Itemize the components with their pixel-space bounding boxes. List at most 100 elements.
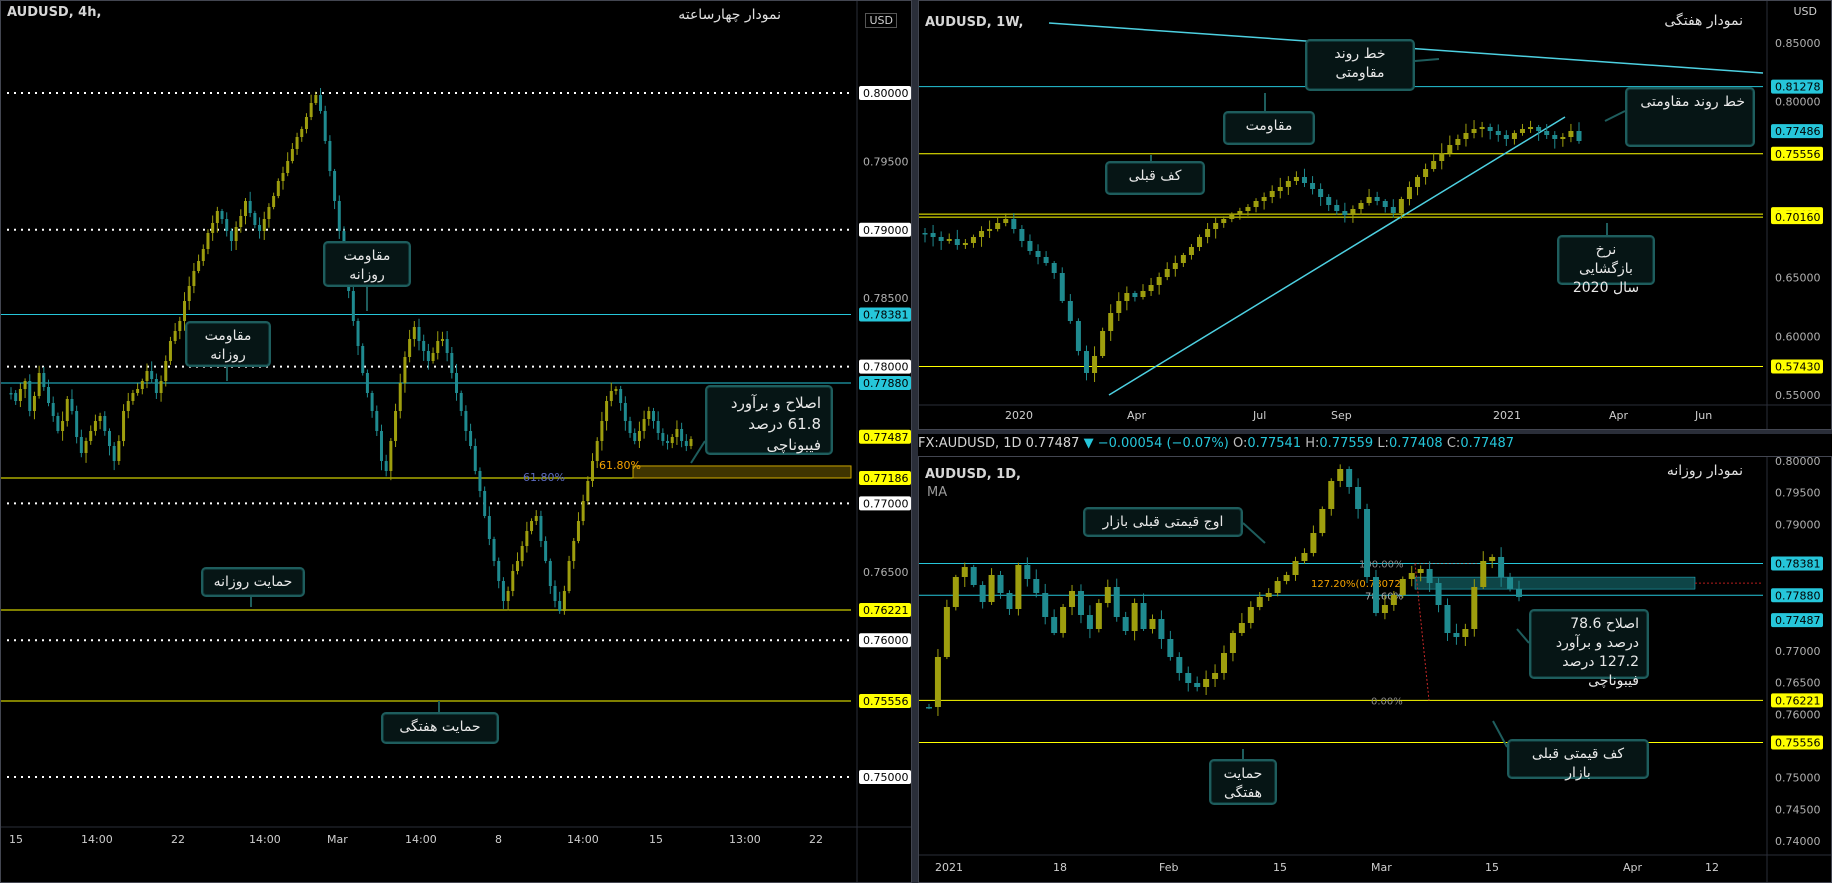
candle bbox=[1122, 617, 1129, 631]
fib-label-orange: 61.80% bbox=[599, 459, 641, 472]
chart-panel-1w[interactable]: 0.850000.812780.800000.774860.755560.704… bbox=[918, 0, 1832, 430]
candle bbox=[525, 531, 529, 546]
callout-pointer bbox=[1516, 628, 1530, 644]
price-label: 0.77880 bbox=[863, 377, 909, 390]
candle bbox=[9, 393, 13, 395]
price-tick: 0.76500 bbox=[863, 566, 909, 579]
candle bbox=[75, 411, 79, 437]
symbol-label: AUDUSD, 1D, bbox=[925, 467, 1021, 482]
candle bbox=[548, 561, 552, 586]
price-label: 0.75556 bbox=[1775, 148, 1821, 161]
candle bbox=[675, 429, 679, 437]
candle bbox=[1334, 205, 1340, 211]
candle bbox=[1149, 619, 1156, 629]
candle bbox=[440, 339, 444, 341]
candle bbox=[436, 341, 440, 353]
candle bbox=[65, 399, 69, 421]
price-tick: 0.80000 bbox=[1775, 457, 1821, 468]
chart-1d-canvas[interactable]: 100.00%127.20%(0.78072)78.60%0.00%0.8000… bbox=[919, 457, 1832, 883]
candle bbox=[1568, 131, 1574, 137]
symbol-label: AUDUSD, 1W, bbox=[925, 15, 1024, 30]
candle bbox=[1131, 603, 1138, 631]
candle bbox=[1261, 197, 1267, 201]
candle bbox=[1148, 285, 1154, 291]
time-tick: 2021 bbox=[1493, 409, 1521, 422]
callout-fib-618: اصلاح و برآورد 61.8 درصد فیبوناچی bbox=[705, 385, 833, 455]
chart-panel-4h[interactable]: 61.80% 61.80% 0.80000 0.79500 0.79000 0.78500… bbox=[0, 0, 912, 883]
candle bbox=[1256, 597, 1263, 607]
callout-daily-resistance-2: مقاومت روزانه bbox=[185, 321, 271, 367]
candle bbox=[1519, 129, 1525, 133]
time-tick: 15 bbox=[9, 833, 23, 846]
candle bbox=[619, 389, 623, 403]
candle bbox=[633, 433, 637, 441]
candle bbox=[243, 201, 247, 216]
time-tick: 13:00 bbox=[729, 833, 761, 846]
candle bbox=[530, 521, 534, 531]
candle bbox=[201, 249, 205, 261]
candle bbox=[586, 481, 590, 501]
candle bbox=[1516, 589, 1522, 597]
candle bbox=[1051, 617, 1058, 633]
price-label: 0.76000 bbox=[863, 634, 909, 647]
candle bbox=[417, 327, 421, 341]
time-tick: 18 bbox=[1053, 861, 1067, 874]
candle bbox=[145, 371, 149, 381]
callout-previous-low: کف قبلی bbox=[1105, 161, 1205, 195]
candle bbox=[680, 429, 684, 441]
price-label: 0.77487 bbox=[863, 431, 909, 444]
candle bbox=[689, 439, 693, 446]
candle bbox=[1132, 293, 1138, 297]
candle bbox=[281, 173, 285, 181]
time-tick: Apr bbox=[1127, 409, 1147, 422]
candle bbox=[455, 373, 459, 393]
candle bbox=[1358, 203, 1364, 209]
candle bbox=[328, 141, 332, 171]
candle bbox=[464, 411, 468, 431]
candle bbox=[1319, 509, 1326, 533]
candle bbox=[501, 581, 505, 601]
time-tick: 12 bbox=[1705, 861, 1719, 874]
candle bbox=[32, 396, 36, 411]
candle bbox=[651, 411, 655, 421]
candle bbox=[572, 541, 576, 561]
candle bbox=[1423, 169, 1429, 177]
candle bbox=[1156, 277, 1162, 285]
candle bbox=[103, 416, 107, 431]
time-tick: Apr bbox=[1623, 861, 1643, 874]
candle bbox=[1003, 219, 1009, 223]
infobar-low: 0.77408 bbox=[1388, 436, 1443, 451]
candle bbox=[1283, 575, 1290, 581]
candle bbox=[1390, 595, 1397, 605]
candle bbox=[1238, 623, 1245, 633]
candle bbox=[656, 421, 660, 433]
candle bbox=[1426, 569, 1433, 583]
candle bbox=[1212, 673, 1219, 679]
candle bbox=[684, 441, 688, 446]
candle bbox=[356, 321, 360, 346]
candle bbox=[351, 291, 355, 321]
candle bbox=[1245, 207, 1251, 211]
horizontal-divider[interactable] bbox=[918, 430, 1832, 434]
candle bbox=[1552, 135, 1558, 139]
candle bbox=[206, 233, 210, 249]
time-tick: 14:00 bbox=[567, 833, 599, 846]
panel-title: نمودار روزانه bbox=[1666, 463, 1743, 479]
candle bbox=[122, 411, 126, 441]
candle bbox=[988, 575, 995, 602]
candle bbox=[946, 239, 952, 241]
candle bbox=[1158, 619, 1165, 639]
candle bbox=[140, 381, 144, 389]
callout-pointer bbox=[690, 440, 706, 464]
candle bbox=[304, 117, 308, 129]
chart-panel-1d[interactable]: 100.00% 127.20%(0.78072) 78.60% 0.00% 0.8000… bbox=[918, 456, 1832, 883]
fib-zone-box bbox=[632, 465, 852, 479]
candle bbox=[487, 516, 491, 539]
price-tick: 0.65000 bbox=[1775, 272, 1821, 285]
price-tick: 0.74000 bbox=[1775, 835, 1821, 848]
candle bbox=[1237, 211, 1243, 215]
candle bbox=[375, 411, 379, 431]
candle bbox=[1104, 587, 1111, 603]
candle bbox=[192, 271, 196, 286]
candle bbox=[14, 393, 18, 401]
